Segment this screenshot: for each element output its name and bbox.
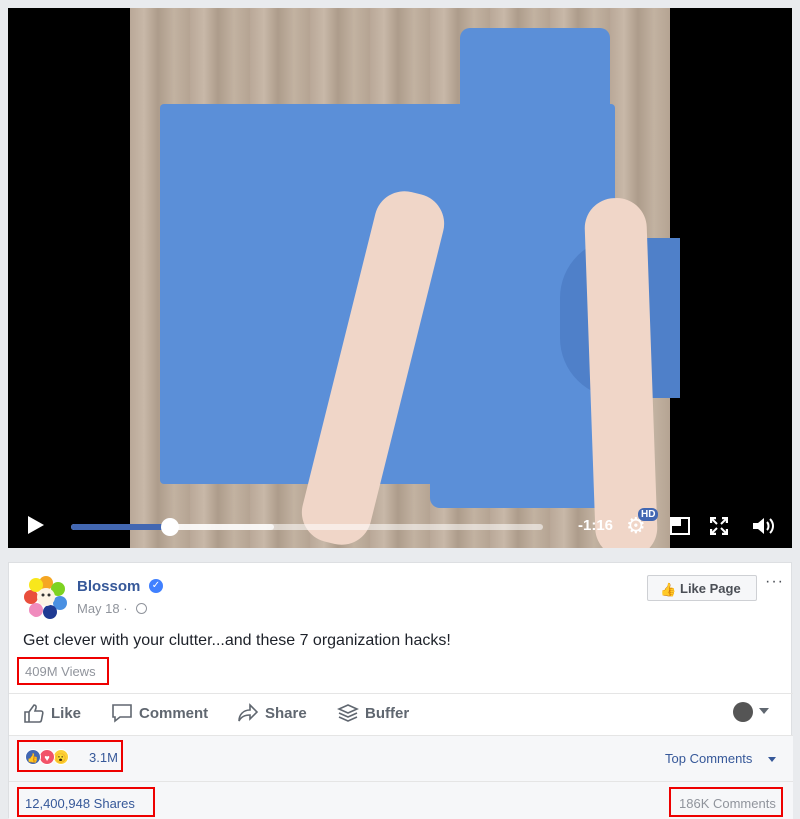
fullscreen-icon[interactable] bbox=[710, 517, 728, 535]
volume-icon[interactable] bbox=[752, 516, 776, 536]
page-avatar[interactable] bbox=[23, 574, 69, 620]
progress-bar[interactable] bbox=[71, 518, 543, 536]
buffer-label: Buffer bbox=[365, 705, 410, 722]
video-controls: -1:16 ⚙ HD bbox=[8, 504, 792, 548]
post-message: Get clever with your clutter...and these… bbox=[23, 632, 451, 649]
shirt-sleeve bbox=[430, 448, 620, 508]
love-reaction-icon: ♥ bbox=[39, 749, 55, 765]
reactions-row: 👍 ♥ 😮 3.1M Top Comments bbox=[9, 735, 793, 781]
verified-badge-icon: ✓ bbox=[149, 579, 163, 593]
reactions-summary[interactable]: 👍 ♥ 😮 3.1M bbox=[17, 740, 123, 772]
time-remaining: -1:16 bbox=[578, 517, 614, 534]
views-count: 409M Views bbox=[17, 657, 109, 685]
comment-label: Comment bbox=[139, 705, 209, 722]
comments-count[interactable]: 186K Comments bbox=[669, 787, 783, 817]
thumbs-up-icon bbox=[24, 704, 44, 723]
like-page-button[interactable]: 👍 Like Page bbox=[647, 575, 757, 601]
buffer-stack-icon bbox=[337, 704, 359, 722]
like-page-label: Like Page bbox=[680, 581, 741, 596]
right-arm bbox=[583, 197, 659, 548]
post-date[interactable]: May 18 · bbox=[77, 601, 128, 616]
share-icon bbox=[238, 703, 259, 722]
picture-in-picture-icon[interactable] bbox=[670, 517, 690, 535]
like-label: Like bbox=[51, 705, 82, 722]
top-comments-dropdown[interactable]: Top Comments bbox=[665, 751, 752, 766]
viewer-avatar[interactable] bbox=[733, 702, 753, 722]
wow-reaction-icon: 😮 bbox=[53, 749, 69, 765]
video-frame[interactable] bbox=[130, 8, 680, 548]
share-label: Share bbox=[265, 705, 307, 722]
hd-badge: HD bbox=[638, 508, 659, 521]
page-name-link[interactable]: Blossom bbox=[77, 578, 140, 595]
shares-count[interactable]: 12,400,948 Shares bbox=[17, 787, 155, 817]
video-player[interactable]: -1:16 ⚙ HD bbox=[8, 8, 792, 548]
action-bar: Like Comment Share Buffer bbox=[9, 693, 793, 733]
reactions-count: 3.1M bbox=[89, 750, 118, 765]
chevron-down-icon[interactable] bbox=[759, 708, 769, 714]
progress-fill bbox=[71, 524, 171, 530]
play-icon[interactable] bbox=[28, 516, 44, 534]
post-card: Blossom ✓ May 18 · 👍 Like Page ··· Get c… bbox=[8, 562, 793, 819]
stats-row: 12,400,948 Shares 186K Comments bbox=[9, 781, 793, 819]
caret-down-icon[interactable] bbox=[768, 757, 776, 762]
like-reaction-icon: 👍 bbox=[25, 749, 41, 765]
progress-knob[interactable] bbox=[161, 518, 180, 536]
globe-icon bbox=[136, 603, 147, 614]
more-options-icon[interactable]: ··· bbox=[765, 573, 784, 591]
comment-icon bbox=[112, 704, 132, 723]
thumbs-up-icon: 👍 bbox=[660, 582, 677, 597]
